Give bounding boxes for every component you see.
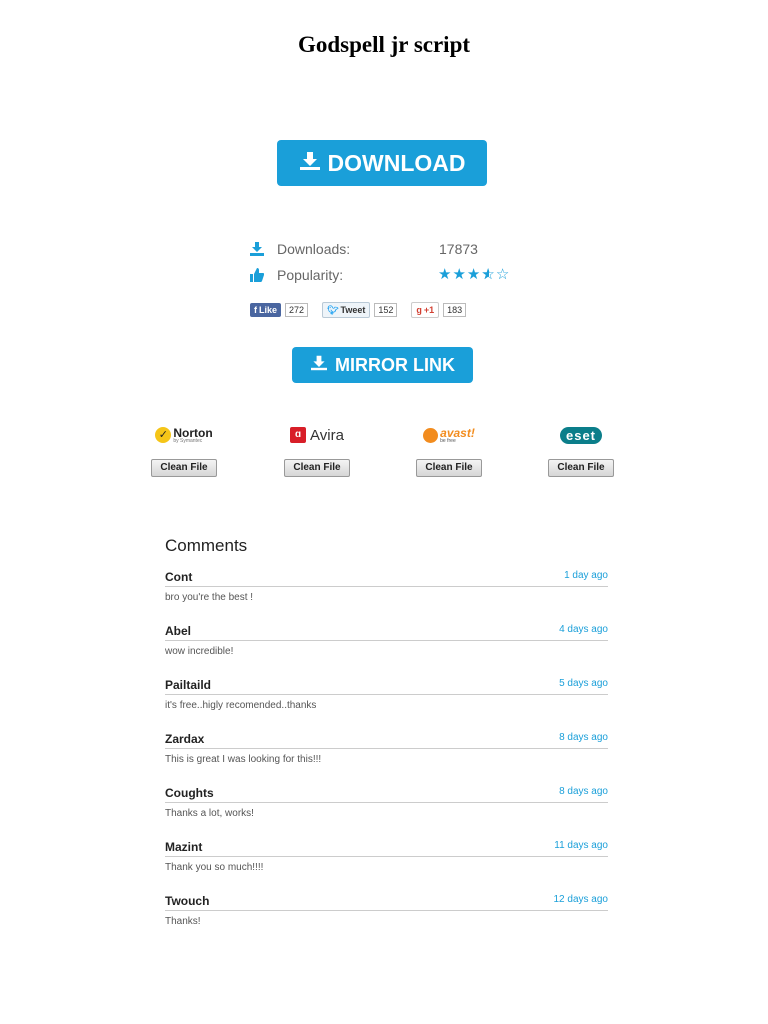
thumbs-up-icon: [250, 268, 265, 282]
facebook-like-count: 272: [285, 303, 309, 317]
twitter-tweet-button[interactable]: 🐦︎ Tweet: [322, 302, 371, 318]
twitter-tweet-count: 152: [374, 303, 398, 317]
download-button-label: DOWNLOAD: [327, 149, 466, 176]
comment-text: wow incredible!: [165, 646, 234, 657]
avast-sub: be free: [440, 437, 456, 444]
comment-date[interactable]: 12 days ago: [554, 894, 609, 905]
clean-file-button-eset[interactable]: Clean File: [548, 459, 614, 477]
avast-splash-icon: [423, 427, 439, 443]
comment-divider: [165, 694, 608, 695]
comment-item: Abel 4 days ago wow incredible!: [165, 624, 608, 678]
comment-date[interactable]: 8 days ago: [559, 786, 608, 797]
avira-icon: ɑ: [290, 427, 307, 443]
comment-item: Pailtaild 5 days ago it's free..higly re…: [165, 678, 608, 732]
comment-item: Mazint 11 days ago Thank you so much!!!!: [165, 840, 608, 894]
comment-author[interactable]: Abel: [165, 624, 191, 638]
download-icon: [310, 355, 328, 376]
eset-name: eset: [559, 426, 603, 444]
avira-name: Avira: [310, 426, 344, 444]
comment-date[interactable]: 1 day ago: [564, 570, 608, 581]
popularity-row: Popularity: ★★★☆★☆: [250, 266, 540, 292]
antivirus-eset: eset Clean File: [546, 424, 616, 477]
download-icon: [299, 150, 321, 177]
comment-author[interactable]: Twouch: [165, 894, 209, 908]
comment-author[interactable]: Zardax: [165, 732, 204, 746]
comment-text: Thanks!: [165, 916, 201, 927]
google-plus-one-button[interactable]: g +1: [411, 302, 440, 318]
google-plus-one[interactable]: g +1 183: [411, 302, 467, 318]
comment-divider: [165, 748, 608, 749]
page-title: Godspell jr script: [297, 32, 471, 57]
facebook-like[interactable]: f Like 272: [250, 302, 309, 318]
comment-divider: [165, 856, 608, 857]
popularity-label: Popularity:: [277, 267, 344, 283]
comment-divider: [165, 640, 608, 641]
comment-author[interactable]: Cont: [165, 570, 192, 584]
twitter-tweet-label: Tweet: [340, 305, 366, 315]
popularity-stars: ★★★☆★☆: [438, 265, 510, 283]
facebook-like-button[interactable]: f Like: [250, 303, 282, 317]
comment-divider: [165, 802, 608, 803]
downloads-row: Downloads: 17873: [250, 240, 540, 266]
norton-check-icon: ✓: [155, 427, 172, 443]
avast-name: avast!: [440, 425, 475, 440]
twitter-tweet[interactable]: 🐦︎ Tweet 152: [322, 302, 398, 318]
comment-list: Cont 1 day ago bro you're the best ! Abe…: [165, 570, 608, 948]
star-half-icon: ☆★: [481, 266, 496, 283]
download-button[interactable]: DOWNLOAD: [277, 140, 487, 186]
norton-logo: ✓ Norton by Symantec: [149, 424, 219, 446]
comment-date[interactable]: 8 days ago: [559, 732, 608, 743]
antivirus-norton: ✓ Norton by Symantec Clean File: [149, 424, 219, 477]
comment-text: it's free..higly recomended..thanks: [165, 700, 317, 711]
facebook-icon: f: [254, 305, 257, 315]
comment-divider: [165, 910, 608, 911]
google-g-icon: g: [416, 305, 422, 315]
facebook-like-label: Like: [259, 305, 278, 315]
downloads-label: Downloads:: [277, 241, 351, 257]
star-full-icon: ★: [466, 266, 482, 283]
comment-item: Cont 1 day ago bro you're the best !: [165, 570, 608, 624]
comment-item: Coughts 8 days ago Thanks a lot, works!: [165, 786, 608, 840]
comment-text: bro you're the best !: [165, 592, 254, 603]
google-plus-one-label: +1: [423, 305, 435, 315]
google-plus-one-count: 183: [443, 303, 467, 317]
comment-text: Thanks a lot, works!: [165, 808, 254, 819]
comments-title: Comments: [165, 536, 248, 555]
comment-item: Twouch 12 days ago Thanks!: [165, 894, 608, 948]
norton-sub: by Symantec: [173, 437, 203, 444]
downloads-value: 17873: [439, 241, 478, 257]
comment-date[interactable]: 11 days ago: [554, 840, 608, 851]
comments-section: Comments Cont 1 day ago bro you're the b…: [165, 536, 608, 948]
comment-author[interactable]: Mazint: [165, 840, 202, 854]
comment-text: This is great I was looking for this!!!: [165, 754, 322, 765]
comment-author[interactable]: Pailtaild: [165, 678, 211, 692]
comment-date[interactable]: 4 days ago: [559, 624, 608, 635]
avast-logo: avast! be free: [414, 424, 484, 446]
download-stats: Downloads: 17873 Popularity: ★★★☆★☆: [250, 240, 540, 292]
norton-name: Norton: [173, 425, 213, 440]
star-full-icon: ★: [438, 266, 453, 283]
antivirus-avira: ɑ Avira Clean File: [282, 424, 352, 477]
antivirus-avast: avast! be free Clean File: [414, 424, 484, 477]
comment-text: Thank you so much!!!!: [165, 862, 264, 873]
mirror-link-label: MIRROR LINK: [335, 354, 455, 375]
star-full-icon: ★: [452, 266, 467, 283]
clean-file-button-norton[interactable]: Clean File: [151, 459, 217, 477]
download-icon: [250, 242, 264, 256]
star-empty-icon: ☆: [495, 266, 511, 283]
comment-item: Zardax 8 days ago This is great I was lo…: [165, 732, 608, 786]
comment-date[interactable]: 5 days ago: [559, 678, 608, 689]
comment-divider: [165, 586, 608, 587]
social-buttons: f Like 272 🐦︎ Tweet 152 g +1 183: [250, 302, 467, 318]
eset-logo: eset: [546, 424, 616, 446]
mirror-link-button[interactable]: MIRROR LINK: [292, 347, 473, 383]
comment-author[interactable]: Coughts: [165, 786, 214, 800]
twitter-bird-icon: 🐦︎: [327, 304, 339, 315]
clean-file-button-avast[interactable]: Clean File: [416, 459, 482, 477]
avira-logo: ɑ Avira: [282, 424, 352, 446]
clean-file-button-avira[interactable]: Clean File: [284, 459, 350, 477]
